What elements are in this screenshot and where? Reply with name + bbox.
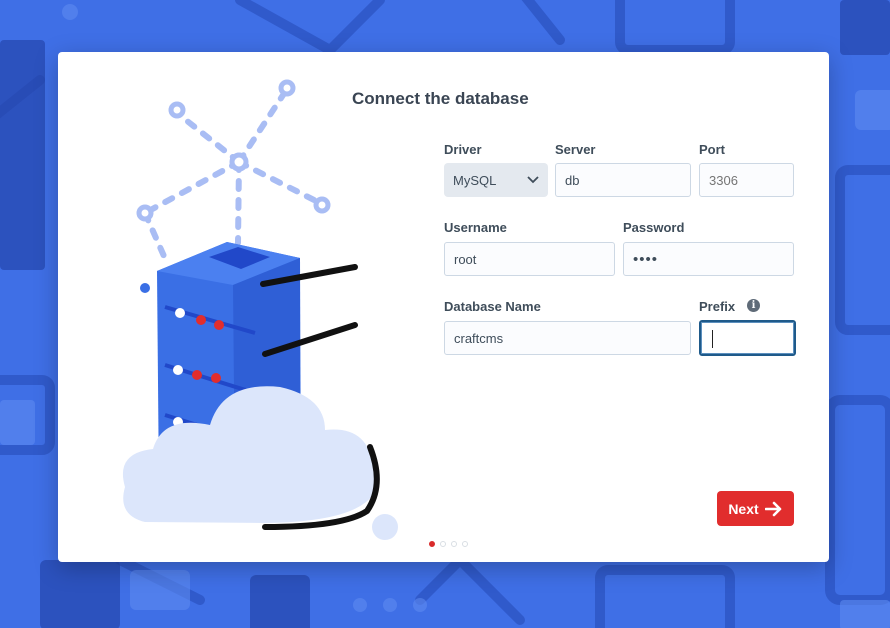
step-dot-2	[440, 541, 446, 547]
next-button[interactable]: Next	[717, 491, 794, 526]
step-dot-4	[462, 541, 468, 547]
arrow-right-icon	[764, 501, 781, 516]
database-name-label: Database Name	[444, 299, 541, 314]
driver-select[interactable]: MySQL	[444, 163, 548, 197]
prefix-label: Prefix	[699, 299, 736, 314]
port-input[interactable]	[699, 163, 794, 197]
server-cloud-illustration	[122, 79, 398, 540]
driver-label: Driver	[444, 142, 482, 157]
step-dot-1	[429, 541, 435, 547]
text-cursor	[712, 330, 713, 348]
server-label: Server	[555, 142, 596, 157]
prefix-input[interactable]	[699, 320, 796, 356]
password-input[interactable]	[623, 242, 794, 276]
driver-select-value: MySQL	[453, 172, 497, 188]
step-indicator	[429, 541, 468, 547]
password-label: Password	[623, 220, 685, 235]
port-label: Port	[699, 142, 725, 157]
step-dot-3	[451, 541, 457, 547]
info-icon[interactable]: i	[747, 299, 760, 312]
database-name-input[interactable]	[444, 321, 691, 355]
username-input[interactable]	[444, 242, 615, 276]
next-button-label: Next	[728, 500, 759, 517]
server-input[interactable]	[555, 163, 691, 197]
username-label: Username	[444, 220, 507, 235]
connect-database-dialog: Connect the database Driver MySQL Server…	[58, 52, 829, 562]
dialog-title: Connect the database	[352, 89, 529, 108]
chevron-down-icon	[527, 176, 539, 184]
